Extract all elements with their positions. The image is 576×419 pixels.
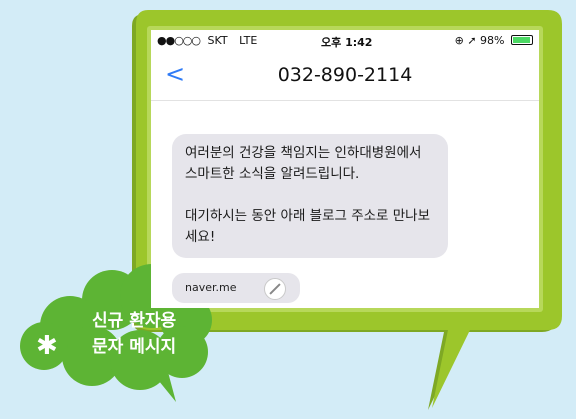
badge-line-1: 신규 환자용 xyxy=(92,311,177,331)
compass-icon xyxy=(264,278,286,300)
battery-percent: 98% xyxy=(480,34,505,47)
message-paragraph-1: 여러분의 건강을 책임지는 인하대병원에서 스마트한 소식을 알려드립니다. xyxy=(185,145,422,182)
link-preview[interactable]: naver.me xyxy=(172,273,300,303)
message-bubble[interactable]: 여러분의 건강을 책임지는 인하대병원에서 스마트한 소식을 알려드립니다. 대… xyxy=(172,134,448,258)
status-time: 오후 1:42 xyxy=(321,36,373,49)
battery-fill xyxy=(513,37,530,43)
signal-strength-icon: ●●○○○ xyxy=(157,34,201,47)
battery-icon xyxy=(511,35,533,45)
stage: ●●○○○ SKT LTE 오후 1:42 ⊕ ➚ 98% < 032-890-… xyxy=(0,0,576,419)
status-right: ⊕ ➚ 98% xyxy=(455,34,533,47)
contact-number: 032-890-2114 xyxy=(277,64,413,86)
conversation-header: < 032-890-2114 xyxy=(151,52,539,101)
status-bar: ●●○○○ SKT LTE 오후 1:42 ⊕ ➚ 98% xyxy=(151,30,539,52)
badge-label: 신규 환자용 문자 메시지 xyxy=(40,308,240,360)
network-label: LTE xyxy=(239,34,258,47)
badge-line-2: 문자 메시지 xyxy=(92,337,177,357)
link-url[interactable]: naver.me xyxy=(185,281,236,294)
location-icon: ⊕ ➚ xyxy=(454,34,477,47)
message-paragraph-2: 대기하시는 동안 아래 블로그 주소로 만나보세요! xyxy=(185,208,431,245)
carrier-label: SKT xyxy=(207,34,228,47)
status-left: ●●○○○ SKT LTE xyxy=(157,34,257,47)
phone-screen: ●●○○○ SKT LTE 오후 1:42 ⊕ ➚ 98% < 032-890-… xyxy=(151,30,539,308)
